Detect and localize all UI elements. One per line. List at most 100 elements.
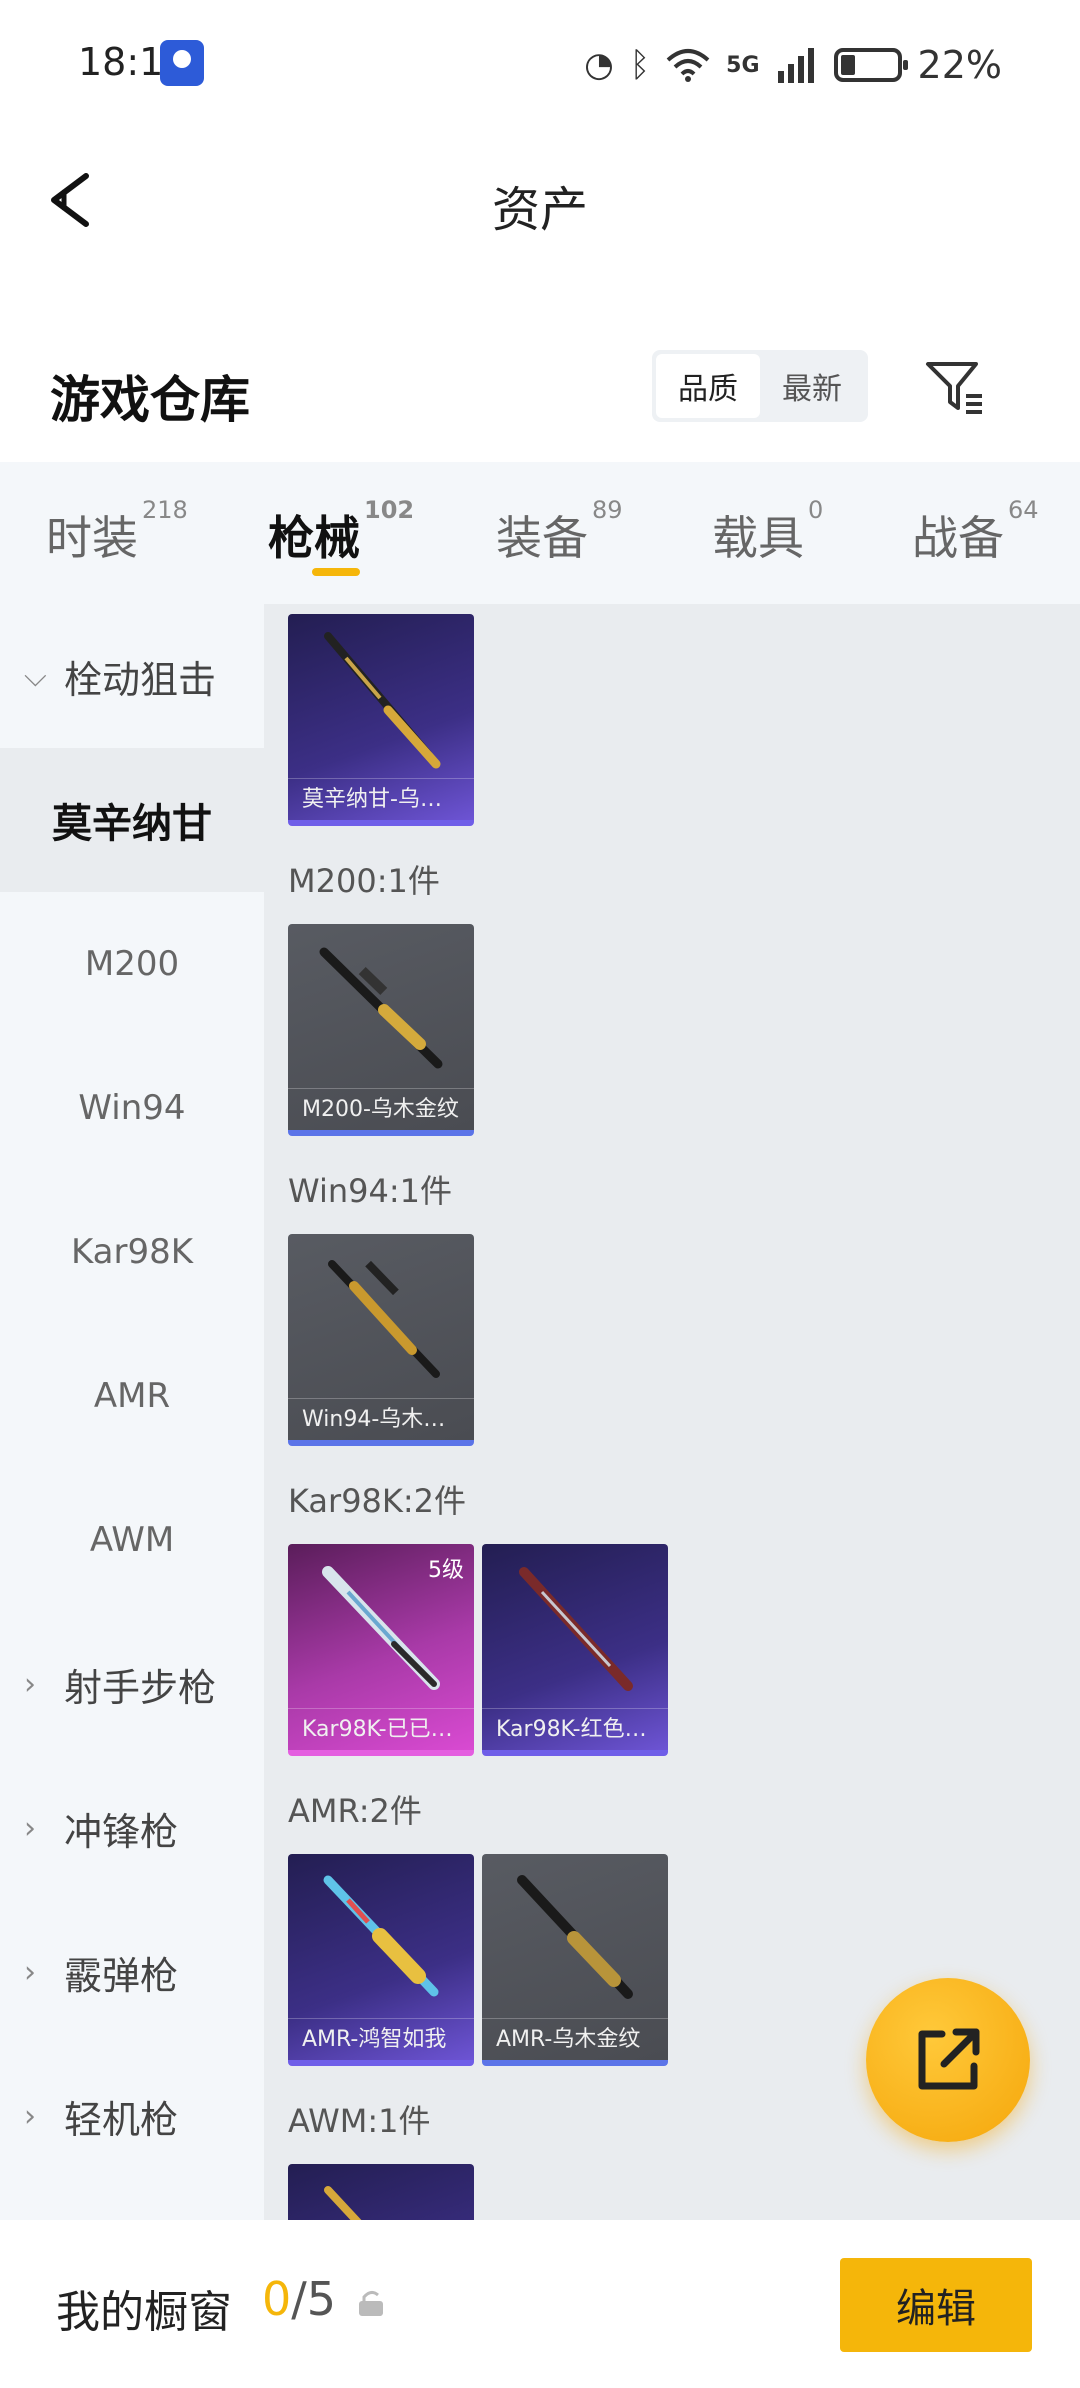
sort-newest-option[interactable]: 最新 <box>760 354 864 418</box>
item-name: Win94-乌木… <box>288 1398 474 1440</box>
tab-count: 64 <box>1008 496 1039 524</box>
sidebar: ⌵ 栓动狙击 莫辛纳甘 M200 Win94 Kar98K AMR AWM › … <box>0 604 264 2220</box>
item-card[interactable]: AMR-乌木金纹 <box>482 1854 668 2066</box>
chevron-right-icon: › <box>24 1810 36 1846</box>
item-name: M200-乌木金纹 <box>288 1088 474 1130</box>
signal-icon <box>777 48 814 83</box>
bluetooth-icon: ᛒ <box>629 45 651 85</box>
rifle-icon <box>324 632 441 769</box>
showcase-current: 0 <box>262 2272 292 2326</box>
sidebar-item-label: Kar98K <box>70 1232 194 1272</box>
nav-bar: 资产 <box>0 130 1080 270</box>
item-card[interactable]: 莫辛纳甘-乌… <box>288 614 474 826</box>
sort-toggle: 品质 最新 <box>652 350 868 422</box>
rifle-icon <box>519 1567 633 1691</box>
tab-label: 战备 <box>912 511 1004 565</box>
tab-count: 102 <box>364 496 415 524</box>
sidebar-group-label: 轻机枪 <box>64 2097 179 2142</box>
status-bar: 18:11 ◔ ᛒ 5G 22% <box>0 0 1080 130</box>
chevron-right-icon: › <box>24 2098 36 2134</box>
speed-icon: ◔ <box>584 45 614 85</box>
category-tabs: 时装218 枪械102 装备89 载具0 战备64 <box>0 462 1080 604</box>
share-fab[interactable] <box>866 1978 1030 2142</box>
sidebar-item-m200[interactable]: M200 <box>0 892 264 1036</box>
group-label: Kar98K:2件 <box>288 1482 467 1520</box>
tab-equipment[interactable]: 装备89 <box>496 496 623 568</box>
showcase-total: /5 <box>291 2272 337 2326</box>
tab-count: 89 <box>592 496 623 524</box>
sidebar-group-lmg[interactable]: › 轻机枪 <box>0 2044 264 2188</box>
warehouse-title: 游戏仓库 <box>50 371 250 429</box>
rifle-icon <box>319 947 443 1069</box>
battery-icon <box>833 48 908 82</box>
group-label: M200:1件 <box>288 862 440 900</box>
edit-button[interactable]: 编辑 <box>840 2258 1032 2352</box>
wifi-icon <box>666 49 710 82</box>
item-card[interactable]: M200-乌木金纹 <box>288 924 474 1136</box>
rifle-icon <box>324 2186 362 2220</box>
page-title: 资产 <box>491 182 588 238</box>
sidebar-item-label: AMR <box>93 1376 171 1416</box>
tab-weapons[interactable]: 枪械102 <box>268 496 414 568</box>
app-notification-icon <box>160 40 204 86</box>
tab-vehicles[interactable]: 载具0 <box>712 496 823 568</box>
item-name: AMR-鸿智如我 <box>288 2018 474 2060</box>
tab-label: 载具 <box>712 511 804 565</box>
lock-icon <box>359 2290 383 2316</box>
sidebar-item-kar98k[interactable]: Kar98K <box>0 1180 264 1324</box>
item-card[interactable]: Win94-乌木… <box>288 1234 474 1446</box>
sidebar-group-label: 冲锋枪 <box>64 1809 179 1854</box>
item-card[interactable]: Kar98K-红色… <box>482 1544 668 1756</box>
tab-label: 时装 <box>46 511 138 565</box>
group-label: AMR:2件 <box>288 1792 422 1830</box>
sidebar-group-shotgun[interactable]: › 霰弹枪 <box>0 1900 264 2044</box>
sidebar-group-bolt-action[interactable]: ⌵ 栓动狙击 <box>0 604 264 748</box>
sidebar-group-label: 射手步枪 <box>64 1665 217 1710</box>
showcase-label: 我的橱窗 <box>56 2287 232 2338</box>
sidebar-group-smg[interactable]: › 冲锋枪 <box>0 1756 264 1900</box>
sidebar-group-marksman[interactable]: › 射手步枪 <box>0 1612 264 1756</box>
item-card[interactable]: 5级 Kar98K-已已… <box>288 1544 474 1756</box>
active-tab-indicator <box>312 568 360 576</box>
tab-fashion[interactable]: 时装218 <box>46 496 188 568</box>
item-card[interactable]: AMR-鸿智如我 <box>288 1854 474 2066</box>
sidebar-item-label: 莫辛纳甘 <box>52 801 212 847</box>
chevron-right-icon: › <box>24 1954 36 1990</box>
item-name: AMR-乌木金纹 <box>482 2018 668 2060</box>
sidebar-item-amr[interactable]: AMR <box>0 1324 264 1468</box>
sidebar-item-mosin[interactable]: 莫辛纳甘 <box>0 748 264 892</box>
warehouse-header: 游戏仓库 品质 最新 <box>0 330 1080 460</box>
group-label: Win94:1件 <box>288 1172 452 1210</box>
sidebar-item-awm[interactable]: AWM <box>0 1468 264 1612</box>
rifle-icon <box>517 1875 633 1999</box>
item-name: 莫辛纳甘-乌… <box>288 778 474 820</box>
level-badge: 5级 <box>428 1558 464 1583</box>
tab-label: 装备 <box>496 511 588 565</box>
sidebar-item-label: Win94 <box>78 1088 186 1128</box>
sort-quality-option[interactable]: 品质 <box>656 354 760 418</box>
sidebar-group-label: 栓动狙击 <box>64 657 217 702</box>
sidebar-group-label: 霰弹枪 <box>64 1953 179 1998</box>
item-card[interactable] <box>288 2164 474 2220</box>
tab-label: 枪械 <box>268 511 360 565</box>
item-name: Kar98K-已已… <box>288 1708 474 1750</box>
bottom-bar: 我的橱窗 0/5 编辑 <box>0 2220 1080 2388</box>
sidebar-item-win94[interactable]: Win94 <box>0 1036 264 1180</box>
status-indicators: ◔ ᛒ 5G 22% <box>584 40 1002 90</box>
sidebar-item-label: M200 <box>84 944 180 984</box>
battery-percent: 22% <box>917 43 1002 87</box>
rifle-icon <box>323 1875 439 1997</box>
sidebar-item-label: AWM <box>89 1520 175 1560</box>
tab-count: 0 <box>808 496 824 524</box>
tab-supplies[interactable]: 战备64 <box>912 496 1039 568</box>
group-label: AWM:1件 <box>288 2102 431 2140</box>
filter-button[interactable] <box>920 350 992 422</box>
chevron-down-icon: ⌵ <box>24 658 47 694</box>
filter-icon <box>926 362 982 414</box>
rifle-icon <box>328 1260 440 1378</box>
chevron-right-icon: › <box>24 1666 36 1702</box>
network-type: 5G <box>726 52 760 78</box>
item-name: Kar98K-红色… <box>482 1708 668 1750</box>
showcase-count: 0/5 <box>262 2272 336 2326</box>
external-link-icon <box>918 2028 980 2090</box>
